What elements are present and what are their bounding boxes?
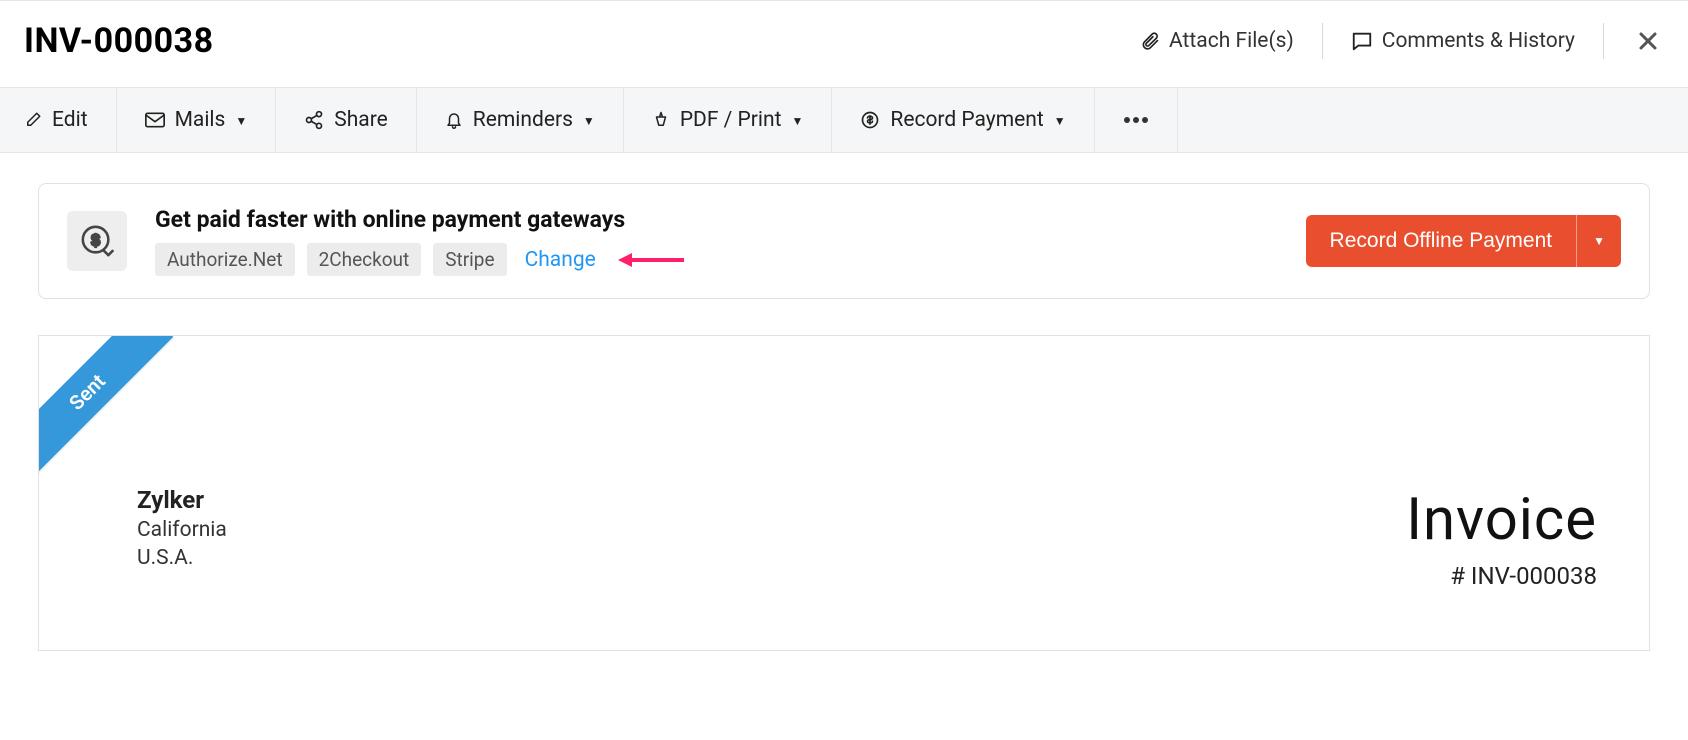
pencil-icon xyxy=(24,111,42,129)
pdf-print-dropdown[interactable]: PDF / Print ▼ xyxy=(624,88,833,152)
record-payment-dropdown[interactable]: Record Payment ▼ xyxy=(832,88,1094,152)
dollar-refresh-icon: $ xyxy=(67,211,127,271)
edit-label: Edit xyxy=(52,108,88,132)
paperclip-icon xyxy=(1140,29,1160,53)
gateway-chip: Stripe xyxy=(433,243,506,276)
company-name: Zylker xyxy=(137,486,227,514)
document-type-title: Invoice xyxy=(1406,486,1597,554)
chevron-down-icon: ▼ xyxy=(791,114,803,128)
svg-text:$: $ xyxy=(91,232,100,249)
pdf-print-label: PDF / Print xyxy=(680,108,782,132)
divider xyxy=(1322,23,1323,59)
chevron-down-icon: ▼ xyxy=(235,114,247,128)
record-offline-payment-dropdown[interactable]: ▼ xyxy=(1576,215,1621,267)
page-title: INV-000038 xyxy=(24,21,214,61)
comments-history-label: Comments & History xyxy=(1382,29,1575,53)
share-label: Share xyxy=(334,108,388,132)
comment-icon xyxy=(1351,30,1373,52)
share-button[interactable]: Share xyxy=(276,88,417,152)
toolbar: Edit Mails ▼ Share Reminders ▼ PDF / Pri… xyxy=(0,87,1688,153)
address-line: U.S.A. xyxy=(137,546,227,570)
record-offline-payment-button[interactable]: Record Offline Payment xyxy=(1306,215,1577,267)
attach-files-label: Attach File(s) xyxy=(1169,29,1294,53)
reminders-label: Reminders xyxy=(473,108,573,132)
pdf-icon xyxy=(652,110,670,130)
change-gateways-link[interactable]: Change xyxy=(525,248,596,272)
share-icon xyxy=(304,110,324,130)
payment-gateway-banner: $ Get paid faster with online payment ga… xyxy=(38,183,1650,299)
chevron-down-icon: ▼ xyxy=(1593,234,1605,248)
header-actions: Attach File(s) Comments & History xyxy=(1140,23,1664,59)
banner-title: Get paid faster with online payment gate… xyxy=(155,206,1278,233)
more-icon xyxy=(1123,116,1149,124)
bell-icon xyxy=(445,110,463,130)
divider xyxy=(1603,23,1604,59)
invoice-document: Sent Zylker California U.S.A. Invoice # … xyxy=(38,335,1650,651)
mails-label: Mails xyxy=(175,108,226,132)
reminders-dropdown[interactable]: Reminders ▼ xyxy=(417,88,624,152)
document-number: # INV-000038 xyxy=(1406,562,1597,590)
gateway-chip: Authorize.Net xyxy=(155,243,295,276)
gateway-chip: 2Checkout xyxy=(307,243,422,276)
attach-files-button[interactable]: Attach File(s) xyxy=(1140,29,1294,53)
close-button[interactable] xyxy=(1632,29,1664,53)
mail-icon xyxy=(145,112,165,128)
from-address: Zylker California U.S.A. xyxy=(137,486,227,570)
more-actions-button[interactable] xyxy=(1095,88,1178,152)
record-payment-label: Record Payment xyxy=(890,108,1043,132)
payment-icon xyxy=(860,110,880,130)
comments-history-button[interactable]: Comments & History xyxy=(1351,29,1575,53)
edit-button[interactable]: Edit xyxy=(0,88,117,152)
address-line: California xyxy=(137,518,227,542)
chevron-down-icon: ▼ xyxy=(1054,114,1066,128)
chevron-down-icon: ▼ xyxy=(583,114,595,128)
mails-dropdown[interactable]: Mails ▼ xyxy=(117,88,277,152)
arrow-annotation-icon xyxy=(616,251,686,269)
